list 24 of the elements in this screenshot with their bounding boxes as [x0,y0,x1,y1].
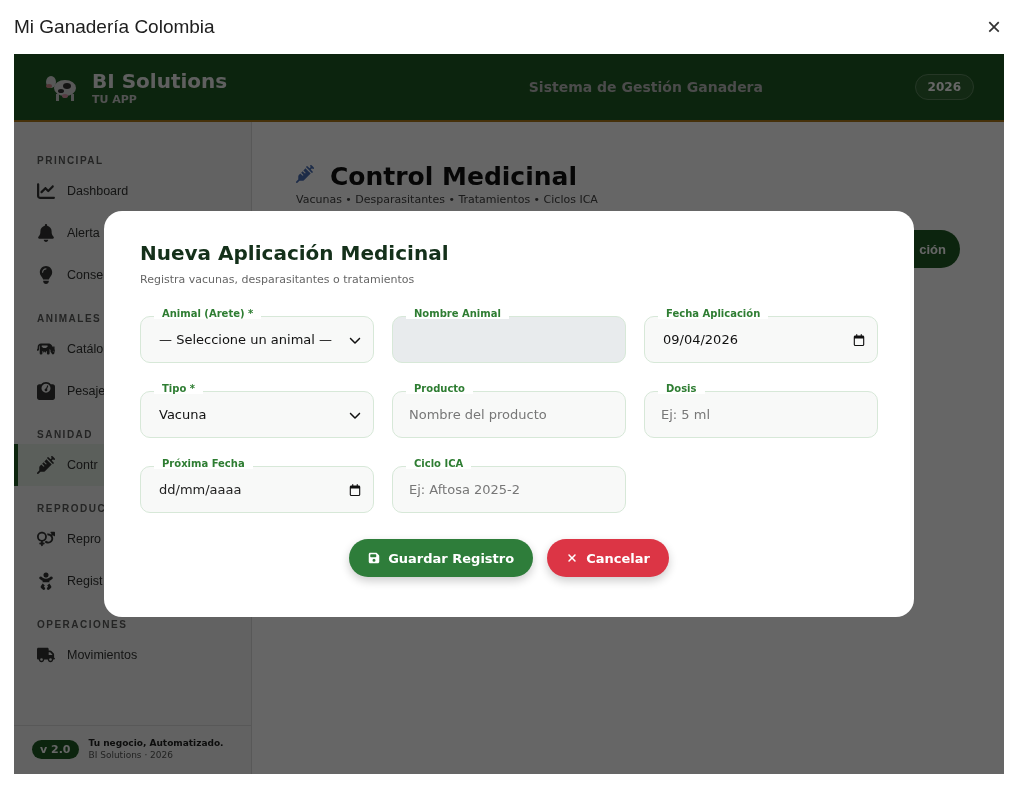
section-label: PRINCIPAL [37,155,104,166]
field-label: Nombre Animal [406,308,509,319]
modal-subtitle: Registra vacunas, desparasitantes o tratamientos [140,273,416,286]
page-title: Control Medicinal [330,162,577,191]
field-label: Producto [406,383,473,394]
window-title: Mi Ganadería Colombia [14,16,215,38]
credit: BI Solutions · 2026 [88,750,175,760]
slogan: Tu negocio, Automatizado. [88,738,224,748]
section-label: OPERACIONES [37,619,128,630]
field-label: Ciclo ICA [406,458,472,469]
section-label: REPRODUC [37,503,107,514]
brand-name: BI Solutions [92,68,228,93]
page-subtitle: Vacunas • Desparasitantes • Tratamientos • Ciclos ICA [296,193,599,206]
section-label: SANIDAD [37,429,94,440]
brand-tagline: TU APP [92,92,138,106]
field-label: Fecha Aplicación [658,308,769,319]
field-label: Animal (Arete) * [154,308,262,319]
version-badge: v 2.0 [32,739,79,759]
field-label: Dosis [658,383,705,394]
modal-title: Nueva Aplicación Medicinal [140,241,450,265]
section-label: ANIMALES [37,313,102,324]
field-label: Tipo * [154,383,203,394]
header-title: Sistema de Gestión Ganadera [528,79,763,95]
field-label: Próxima Fecha [154,458,253,469]
